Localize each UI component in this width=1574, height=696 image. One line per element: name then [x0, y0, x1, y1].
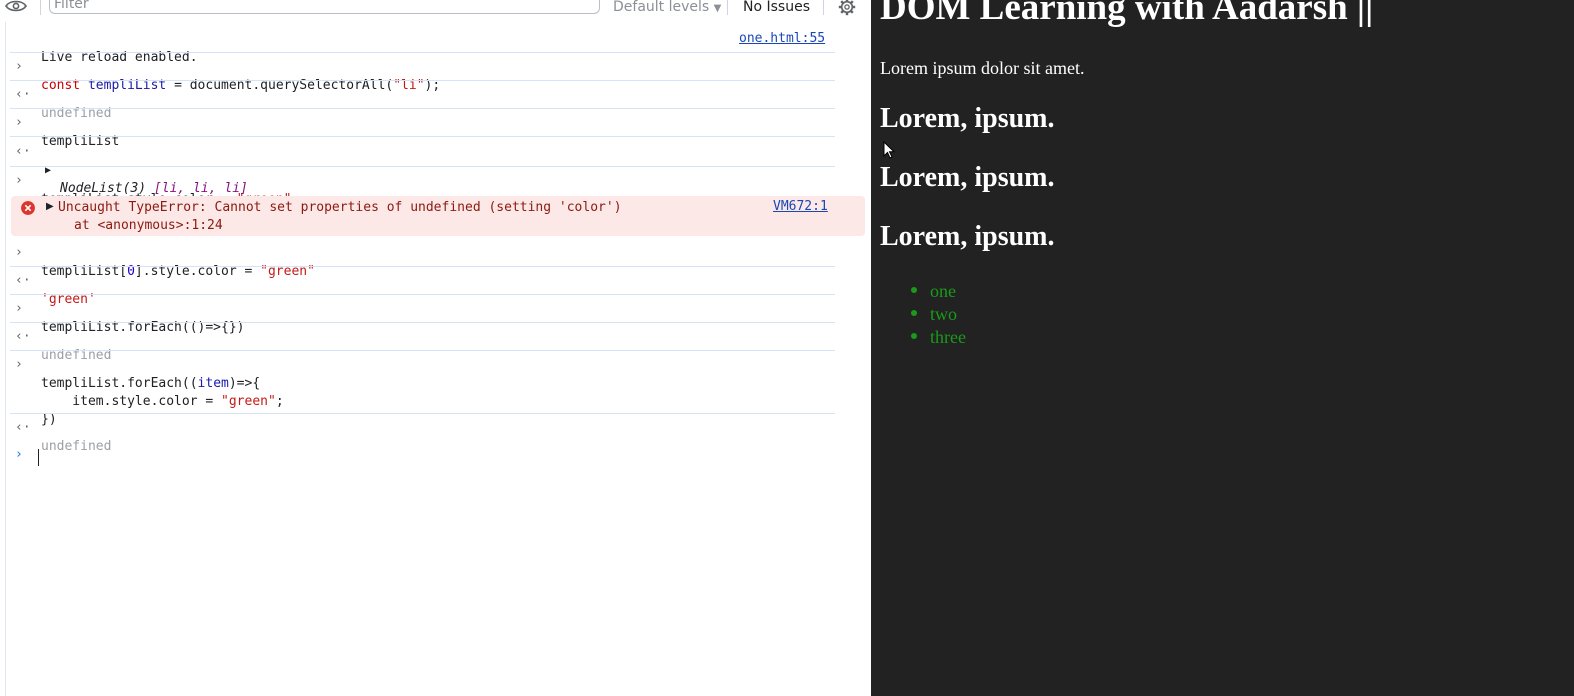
toolbar-separator [40, 0, 41, 15]
page-heading: Lorem, ipsum. [880, 162, 1055, 193]
list-item: three [930, 327, 966, 347]
eye-icon[interactable] [5, 0, 27, 13]
filter-input[interactable]: Filter [49, 0, 600, 14]
list-item: one [930, 281, 956, 301]
page-paragraph: Lorem ipsum dolor sit amet. [880, 58, 1085, 78]
list-bullet [911, 310, 917, 316]
row-divider [10, 413, 835, 414]
row-divider [10, 350, 835, 351]
result-value: undefined [41, 439, 112, 454]
row-divider [10, 136, 835, 137]
gear-icon[interactable] [836, 0, 858, 16]
page-heading: Lorem, ipsum. [880, 103, 1055, 134]
error-icon [21, 201, 35, 215]
toolbar-separator [823, 0, 824, 15]
devtools-console-panel: Filter Default levels ▼ No Issues Live r… [0, 0, 871, 696]
row-divider [10, 322, 835, 323]
rendered-page: DOM Learning with Aadarsh || Lorem ipsum… [871, 0, 1574, 696]
error-text: Uncaught TypeError: Cannot set propertie… [58, 200, 622, 215]
console-prompt-input[interactable] [38, 449, 39, 466]
list-bullet [911, 287, 917, 293]
list-bullet [911, 333, 917, 339]
console-result-row: undefined [10, 420, 835, 474]
log-levels-label: Default levels [613, 0, 710, 15]
expand-triangle-icon[interactable]: ▶ [46, 201, 54, 212]
row-divider [10, 266, 835, 267]
mouse-cursor-icon [883, 141, 895, 159]
panel-left-border [5, 22, 6, 696]
console-toolbar: Filter Default levels ▼ No Issues [0, 0, 871, 18]
row-divider [10, 52, 835, 53]
row-divider [10, 80, 835, 81]
prompt-chevron-icon: › [15, 447, 23, 462]
list-item: two [930, 304, 957, 324]
chevron-down-icon: ▼ [713, 3, 722, 14]
error-source-link[interactable]: VM672:1 [773, 199, 828, 214]
row-divider [10, 108, 835, 109]
issues-button[interactable]: No Issues [743, 0, 810, 15]
log-levels-dropdown[interactable]: Default levels ▼ [613, 0, 721, 17]
error-stack-line: at <anonymous>:1:24 [74, 218, 223, 233]
toolbar-separator [727, 0, 728, 15]
row-divider [10, 166, 835, 167]
page-title: DOM Learning with Aadarsh || [880, 0, 1374, 28]
row-divider [10, 294, 835, 295]
page-heading: Lorem, ipsum. [880, 221, 1055, 252]
source-link[interactable]: one.html:55 [739, 31, 825, 46]
